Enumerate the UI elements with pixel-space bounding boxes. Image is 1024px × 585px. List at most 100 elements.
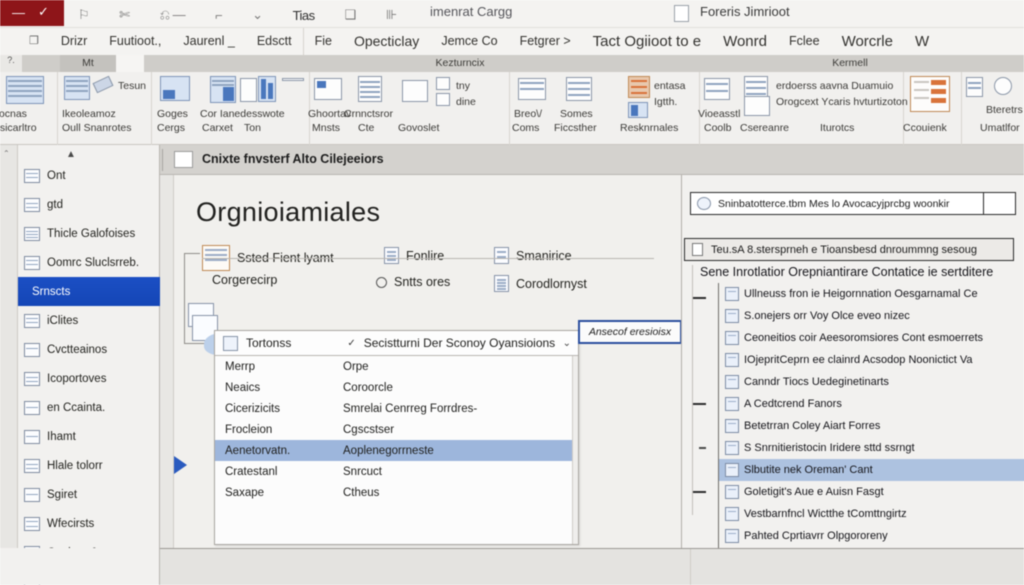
- dropdown-header[interactable]: Tortonss ✓ Secistturni Der Sconoy Oyansi…: [215, 331, 578, 356]
- blue-block-icon[interactable]: [628, 102, 648, 118]
- options-divider: [202, 258, 654, 259]
- tree-node-9[interactable]: Goletigit's Aue e Auisn Fasgt: [693, 481, 1024, 503]
- sidebar-item-5[interactable]: iClites: [18, 306, 160, 335]
- sidebar-item-0[interactable]: Ont: [18, 161, 160, 190]
- tree-node-label: Slbutite nek Oreman' Cant: [744, 464, 873, 476]
- shape-icon[interactable]: [402, 80, 428, 102]
- tree-node-0[interactable]: Ullneuss fron ie Heigornnation Oesgarnam…: [693, 283, 1024, 305]
- tree-node-10[interactable]: Vestbarnfncl Wictthe tComttngirtz: [718, 503, 1024, 525]
- grid-icon[interactable]: [566, 77, 592, 101]
- tab-7[interactable]: Fetgrer >: [509, 28, 582, 55]
- sidebar-item-1[interactable]: gtd: [18, 190, 160, 219]
- undo-icon[interactable]: ⎌ —: [160, 7, 186, 23]
- grid-icon[interactable]: [358, 76, 382, 102]
- dropdown-row-selected[interactable]: Aenetorvatn. Aoplenegorrneste: [215, 440, 578, 461]
- tab-6[interactable]: Jemce Co: [430, 28, 508, 55]
- doc-icon: [725, 287, 739, 301]
- sidebar-item-7[interactable]: Icoportoves: [18, 364, 160, 393]
- chart-icon[interactable]: ⊪: [386, 7, 397, 23]
- flag-icon[interactable]: ⚐: [78, 7, 90, 23]
- table-icon[interactable]: [6, 76, 44, 104]
- document-option-4[interactable]: Sntts ores: [376, 275, 450, 289]
- tab-3[interactable]: Edsctt: [246, 28, 304, 55]
- tree-node-4[interactable]: Canndr Tiocs Uedeginetinarts: [718, 371, 1024, 393]
- orange-table-icon[interactable]: [910, 76, 950, 112]
- sidebar-item-4[interactable]: Srnscts: [18, 277, 170, 306]
- dropdown-row[interactable]: Merrp Orpe: [215, 356, 578, 377]
- tab-8[interactable]: Tact Ogiioot to e: [582, 28, 712, 55]
- pencil-icon[interactable]: [92, 75, 114, 94]
- tab-1[interactable]: Fuutioot.,: [98, 28, 172, 55]
- sidebar-item-9[interactable]: Ihamt: [18, 422, 160, 451]
- tree-node-selected[interactable]: Slbutite nek Oreman' Cant: [718, 459, 1024, 481]
- chevron-down-icon[interactable]: ⌄: [563, 338, 571, 349]
- building-icon[interactable]: [240, 78, 257, 102]
- picture-icon[interactable]: [314, 78, 342, 100]
- rows-icon[interactable]: [704, 78, 730, 100]
- ribbon-item-label: Govoslet: [398, 122, 440, 134]
- document-option-5[interactable]: Corodlornyst: [494, 275, 587, 292]
- qat-small-icon[interactable]: ❒: [18, 28, 50, 55]
- panel-icon: [24, 342, 40, 357]
- tab-0[interactable]: Drizr: [50, 28, 98, 55]
- tab-11[interactable]: Worcrle: [831, 28, 904, 55]
- shape-icon[interactable]: [436, 77, 450, 90]
- tab-5[interactable]: Opecticlay: [343, 28, 430, 55]
- shape-icon[interactable]: [436, 93, 450, 106]
- document-icon[interactable]: [210, 76, 236, 103]
- tab-12[interactable]: W: [904, 28, 940, 55]
- dropdown-row[interactable]: Frocleion Cgscstser: [215, 419, 578, 440]
- sidebar-item-2[interactable]: Thicle Galofoises: [18, 219, 160, 248]
- page-icon[interactable]: [160, 76, 190, 101]
- sidebar-gutter[interactable]: ⌃: [0, 145, 18, 585]
- redo-icon[interactable]: ⌐: [215, 8, 223, 23]
- magnifier-icon[interactable]: [994, 77, 1012, 95]
- tree-node-11[interactable]: Pahted Cprtiavrr Olpgororeny: [718, 525, 1024, 547]
- orange-block-icon[interactable]: [628, 76, 650, 98]
- building-icon[interactable]: [258, 76, 276, 102]
- sidebar-item-3[interactable]: Oomrc Sluclsrreb.: [18, 248, 160, 277]
- tree-node-7[interactable]: S Snrnitieristocin Iridere sttd ssrngt: [699, 437, 1024, 459]
- sidebar-items: Ont gtd Thicle Galofoises Oomrc Sluclsrr…: [18, 161, 170, 585]
- tree-dash: [693, 297, 706, 299]
- tab-4[interactable]: Fie: [304, 28, 343, 55]
- tab-9[interactable]: Wonrd: [712, 28, 778, 55]
- sidebar-item-6[interactable]: Cvctteainos: [18, 335, 160, 364]
- tree-node-6[interactable]: Betetrran Coley Aiart Forres: [718, 415, 1024, 437]
- clipboard-icon[interactable]: [966, 77, 983, 97]
- dropdown-panel[interactable]: Tortonss ✓ Secistturni Der Sconoy Oyansi…: [214, 330, 579, 545]
- slide-icon[interactable]: [744, 96, 770, 116]
- sidebar-item-10[interactable]: Hlale tolorr: [18, 451, 160, 480]
- tree-node-2[interactable]: Ceoneitios coir Aeesoromsiores Cont esmo…: [718, 327, 1024, 349]
- sidebar-item-11[interactable]: Sgiret: [18, 480, 160, 509]
- chevron-up-icon[interactable]: ▲: [66, 149, 76, 160]
- tree-node-3[interactable]: IOjepritCeprn ee clainrd Acsodop Noonict…: [718, 349, 1024, 371]
- ribbon-active-tab[interactable]: Mt: [60, 55, 116, 72]
- sidebar-item-12[interactable]: Wfecirsts: [18, 509, 160, 538]
- dropdown-row[interactable]: Neaics Coroorcle: [215, 377, 578, 398]
- dropdown-row[interactable]: Saxape Ctheus: [215, 482, 578, 503]
- quick-access-red-block[interactable]: — ✓: [0, 0, 64, 26]
- document-option-2[interactable]: Smanirice: [494, 247, 572, 264]
- dropdown-scrollbar[interactable]: [572, 356, 578, 544]
- scroll-up-icon[interactable]: ⌃: [3, 149, 10, 158]
- ruler-icon[interactable]: [282, 78, 304, 81]
- dropdown-row[interactable]: Cicerizicits Smrelai Cenrreg Forrdres-: [215, 398, 578, 419]
- blank-page-icon[interactable]: [174, 151, 193, 168]
- chevron-down-icon[interactable]: ⌄: [252, 7, 263, 23]
- list-icon[interactable]: [64, 76, 90, 100]
- dropdown-row[interactable]: Cratestanl Snrcuct: [215, 461, 578, 482]
- document-icon[interactable]: ❑: [345, 7, 357, 23]
- tree-node-1[interactable]: S.onejers orr Voy Olce eveo nizec: [718, 305, 1024, 327]
- window-icon[interactable]: [518, 78, 546, 100]
- tab-10[interactable]: Fclee: [778, 28, 831, 55]
- callout-button[interactable]: Ansecof eresioisx: [578, 320, 682, 344]
- tab-2[interactable]: Jaurenl _: [172, 28, 245, 55]
- document-option-1[interactable]: Fonlire: [384, 247, 444, 264]
- search-box[interactable]: Sninbatotterce.tbm Mes lo Avocacyjprcbg …: [690, 192, 1016, 215]
- search-box-end-cell[interactable]: [983, 193, 1015, 214]
- tree-node-5[interactable]: A Cedtcrend Fanors: [693, 393, 1024, 415]
- sidebar-item-8[interactable]: en Ccainta.: [18, 393, 160, 422]
- document-option-3[interactable]: Corgerecirp: [212, 273, 277, 287]
- scissors-icon[interactable]: ✄: [119, 7, 130, 23]
